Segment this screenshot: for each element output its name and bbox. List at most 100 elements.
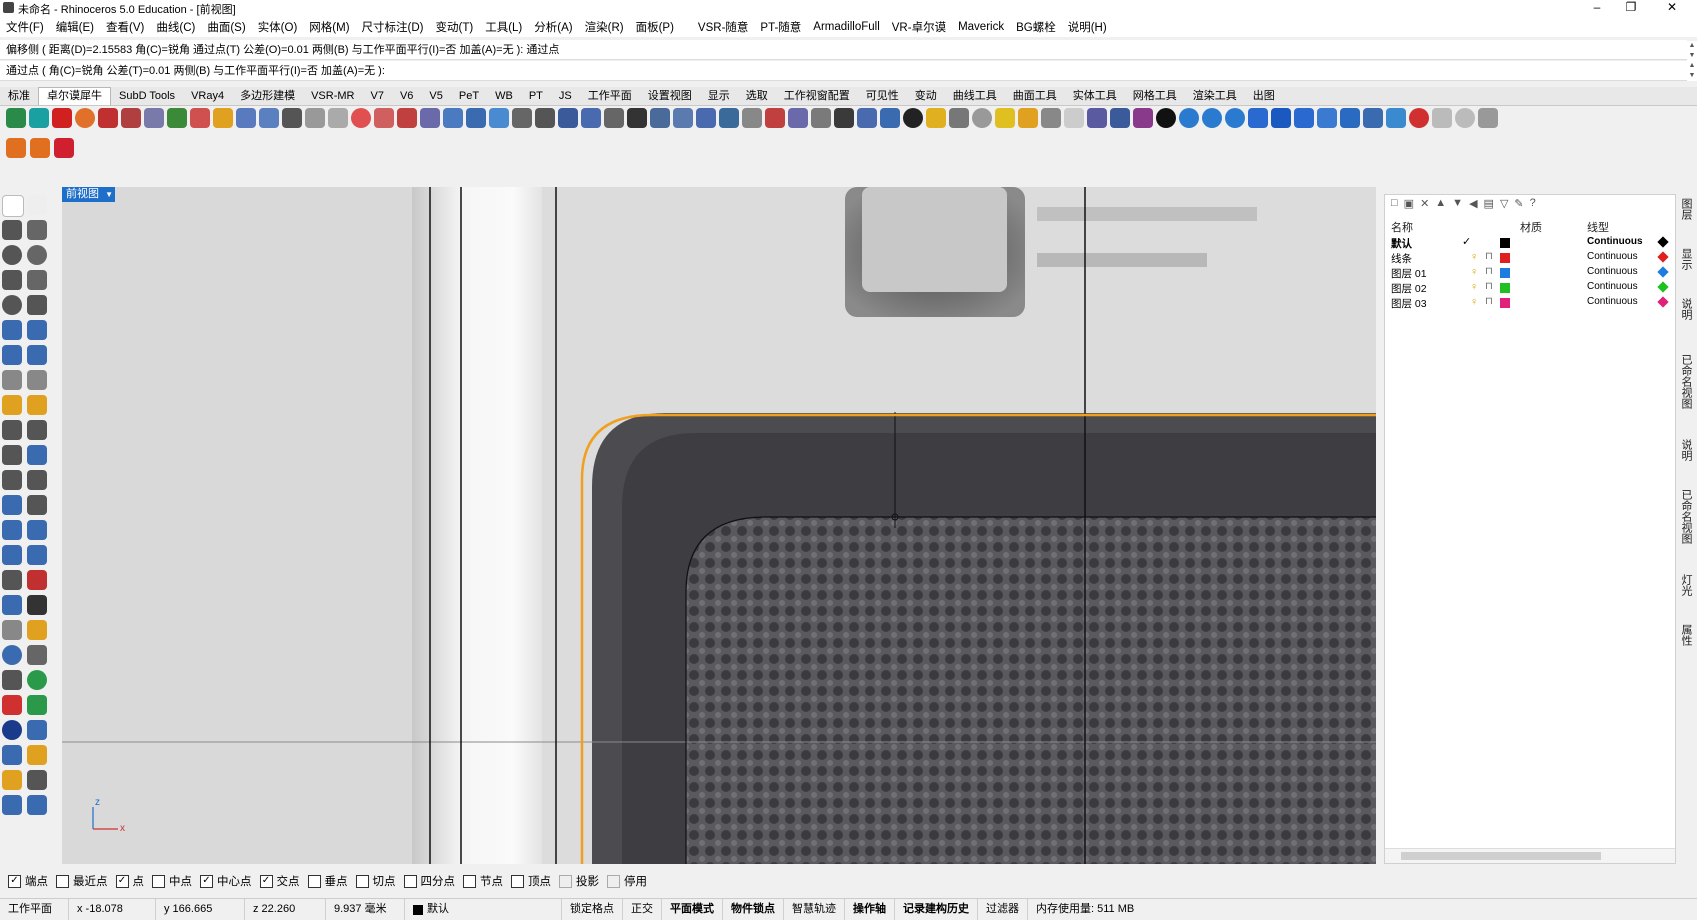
- side-tab-help-2[interactable]: 说明: [1678, 439, 1694, 461]
- layer-row[interactable]: 线条 ♀ ⊓ Continuous: [1385, 250, 1675, 265]
- polygon-tool-icon[interactable]: [2, 270, 22, 290]
- osnap-mid[interactable]: 中点: [152, 873, 192, 889]
- dimension-icon[interactable]: [27, 545, 47, 565]
- tab-v6[interactable]: V6: [392, 88, 421, 105]
- tab-solid-tools[interactable]: 实体工具: [1065, 88, 1125, 105]
- osnap-quad[interactable]: 四分点: [403, 873, 455, 889]
- tab-v7[interactable]: V7: [362, 88, 391, 105]
- fillet-curve-icon[interactable]: [27, 295, 47, 315]
- lightbulb-icon[interactable]: ♀: [1470, 266, 1478, 278]
- maximize-button[interactable]: ❐: [1614, 0, 1648, 16]
- screen-blue-icon[interactable]: [1340, 108, 1360, 128]
- box-icon[interactable]: [29, 108, 49, 128]
- polygon-icon[interactable]: [995, 108, 1015, 128]
- tab-display[interactable]: 显示: [700, 88, 738, 105]
- status-gumball[interactable]: 操作轴: [845, 899, 895, 920]
- move-icon[interactable]: [27, 570, 47, 590]
- lightbulb-icon[interactable]: ♀: [1470, 296, 1478, 308]
- menu-solid[interactable]: 实体(O): [252, 19, 304, 35]
- crosshair-icon[interactable]: [627, 108, 647, 128]
- checkbox[interactable]: [56, 874, 69, 888]
- tab-visibility[interactable]: 可见性: [858, 88, 907, 105]
- block-icon[interactable]: [1110, 108, 1130, 128]
- expand-icon[interactable]: [27, 795, 47, 815]
- circle-tool-icon[interactable]: [2, 245, 22, 265]
- checkbox[interactable]: ✓: [8, 874, 21, 888]
- tab-vsr-mr[interactable]: VSR-MR: [303, 88, 362, 105]
- menu-render[interactable]: 渲染(R): [579, 19, 630, 35]
- rotate-icon[interactable]: [374, 108, 394, 128]
- osnap-end[interactable]: ✓ 端点: [8, 873, 48, 889]
- menu-surface[interactable]: 曲面(S): [201, 19, 251, 35]
- join-icon[interactable]: [2, 445, 22, 465]
- tab-viewport-layout[interactable]: 工作视窗配置: [776, 88, 858, 105]
- wrench-icon[interactable]: [27, 645, 47, 665]
- status-cplane[interactable]: 工作平面: [0, 899, 69, 920]
- checkbox[interactable]: [307, 874, 321, 888]
- circle-icon[interactable]: [351, 108, 371, 128]
- layer-linetype[interactable]: Continuous: [1587, 236, 1643, 247]
- osnap-tan[interactable]: 切点: [355, 873, 396, 889]
- cage-icon[interactable]: [2, 595, 22, 615]
- viewport-canvas[interactable]: [62, 187, 1376, 864]
- menu-panels[interactable]: 面板(P): [630, 19, 680, 35]
- frame-blue-icon[interactable]: [1271, 108, 1291, 128]
- trim-icon[interactable]: [2, 420, 22, 440]
- solid-box-icon[interactable]: [2, 345, 22, 365]
- status-history[interactable]: 记录建构历史: [895, 899, 978, 920]
- ball-icon[interactable]: [75, 108, 95, 128]
- dots-icon[interactable]: [512, 108, 532, 128]
- paint-icon[interactable]: [213, 108, 233, 128]
- pattern-icon[interactable]: [282, 108, 302, 128]
- osnap-point[interactable]: ✓ 点: [115, 873, 144, 889]
- side-tab-named-views[interactable]: 已命名视图: [1678, 354, 1694, 409]
- menu-edit[interactable]: 编辑(E): [50, 19, 100, 35]
- layout-icon[interactable]: [2, 545, 22, 565]
- print-color-icon[interactable]: [1657, 236, 1669, 248]
- send2-icon[interactable]: [30, 138, 50, 158]
- osnap-perp[interactable]: 垂点: [307, 873, 348, 889]
- blend-icon[interactable]: [27, 470, 47, 490]
- status-smarttrack[interactable]: 智慧轨迹: [784, 899, 845, 920]
- layer-color-swatch[interactable]: [1500, 268, 1510, 278]
- tab-render-tools[interactable]: 渲染工具: [1185, 88, 1245, 105]
- delete-layer-icon[interactable]: ✕: [1420, 197, 1429, 210]
- layer-color-swatch[interactable]: [1500, 283, 1510, 293]
- array-icon[interactable]: [535, 108, 555, 128]
- pen-icon[interactable]: [719, 108, 739, 128]
- tab-pet[interactable]: PeT: [451, 88, 487, 105]
- extrude-icon[interactable]: [2, 370, 22, 390]
- status-planar[interactable]: 平面模式: [662, 899, 723, 920]
- stack-icon[interactable]: [236, 108, 256, 128]
- tab-js[interactable]: JS: [551, 88, 580, 105]
- scale-icon[interactable]: [27, 495, 47, 515]
- mesh-icon[interactable]: [949, 108, 969, 128]
- checkbox[interactable]: [403, 874, 417, 888]
- mesh-tool-icon[interactable]: [27, 370, 47, 390]
- material-ball-icon[interactable]: [1409, 108, 1429, 128]
- point-icon[interactable]: [27, 195, 47, 215]
- cup-icon[interactable]: [1432, 108, 1452, 128]
- text-icon[interactable]: [2, 495, 22, 515]
- s-curve-icon[interactable]: [834, 108, 854, 128]
- tab-standard[interactable]: 标准: [0, 88, 38, 105]
- grid-box-icon[interactable]: [98, 108, 118, 128]
- layer-color-swatch[interactable]: [1500, 238, 1510, 248]
- layer-row[interactable]: 图层 01 ♀ ⊓ Continuous: [1385, 265, 1675, 280]
- side-tab-lights[interactable]: 灯光: [1678, 574, 1694, 596]
- array-tool-icon[interactable]: [2, 520, 22, 540]
- column-linetype-header[interactable]: 线型: [1587, 219, 1609, 235]
- menu-file[interactable]: 文件(F): [0, 19, 50, 35]
- offset-icon[interactable]: [2, 470, 22, 490]
- tab-zhuoermo[interactable]: 卓尔谟犀牛: [38, 87, 111, 105]
- scrollbar-thumb[interactable]: [1401, 852, 1601, 860]
- layers-icon[interactable]: [1363, 108, 1383, 128]
- moon-icon[interactable]: [857, 108, 877, 128]
- gem-icon[interactable]: [1386, 108, 1406, 128]
- layer-linetype[interactable]: Continuous: [1587, 296, 1638, 307]
- vray-icon[interactable]: [1156, 108, 1176, 128]
- menu-vsr[interactable]: VSR-随意: [692, 19, 754, 35]
- print-color-icon[interactable]: [1657, 281, 1669, 293]
- image-icon[interactable]: [167, 108, 187, 128]
- checkbox[interactable]: [559, 874, 572, 888]
